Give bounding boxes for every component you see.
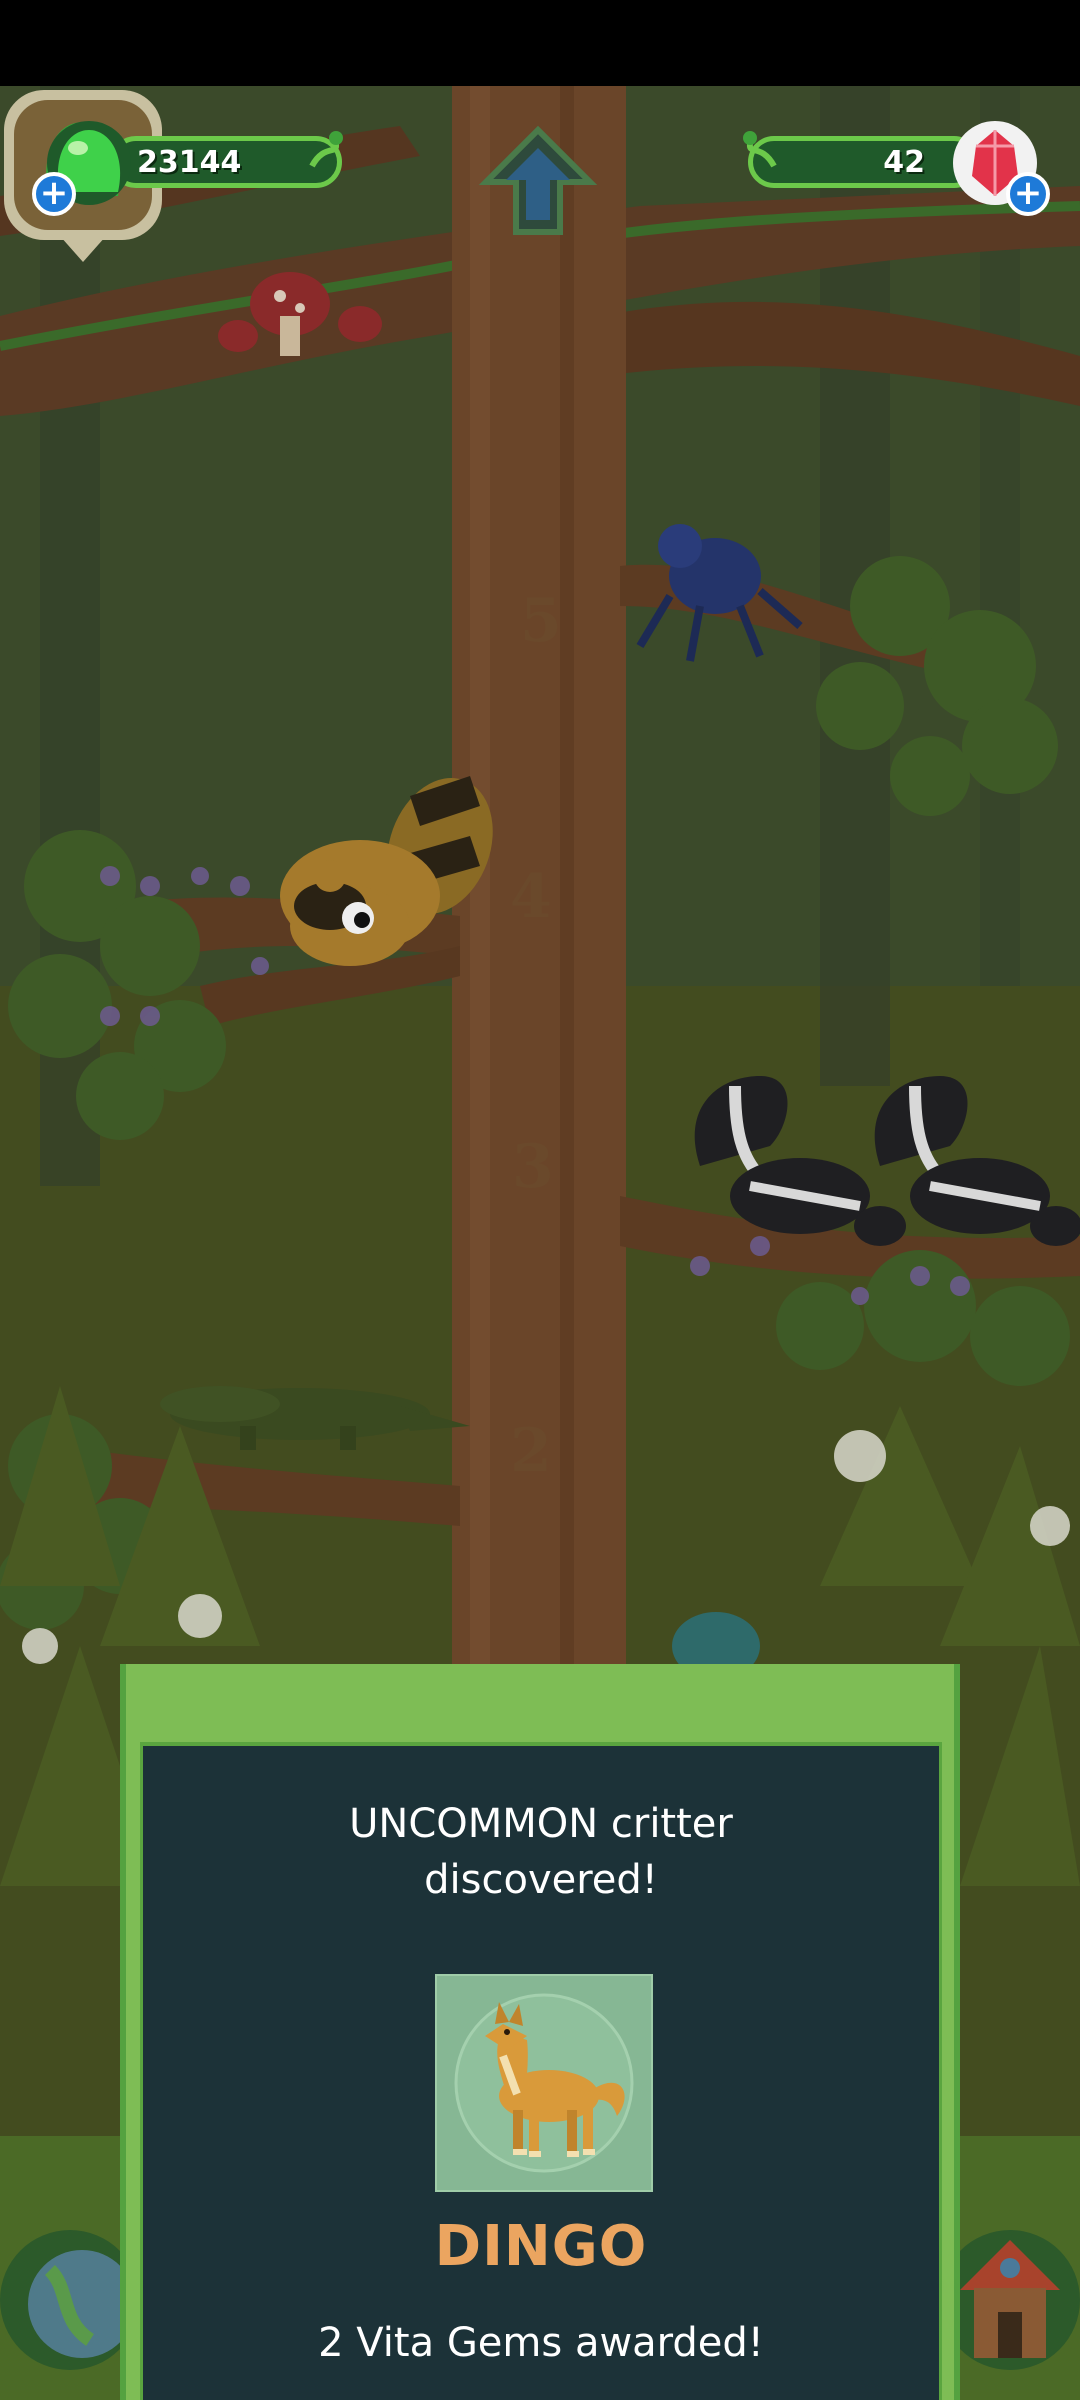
jelly-count-value: 23144 [137,144,242,180]
status-bar [0,0,1080,86]
critter-discovery-panel: UNCOMMON critter discovered! DINGO 2 Vit… [140,1742,942,2400]
plus-icon: + [1013,172,1043,213]
house-icon[interactable] [940,2200,1080,2400]
plus-icon: + [39,172,69,213]
up-arrow-icon[interactable] [478,122,598,242]
add-jelly-button[interactable]: + [32,172,76,216]
critter-name: DINGO [434,2214,648,2279]
reward-message: 2 Vita Gems awarded! [318,2320,764,2366]
tree-level-3-label: 3 [512,1132,554,1202]
tree-level-4-label: 4 [510,862,552,932]
tree-level-2-label: 2 [510,1416,552,1486]
discovery-heading-line-2: discovered! [424,1857,658,1903]
gem-count-value: 42 [883,144,925,180]
vine-ornament-icon [309,131,343,168]
globe-icon[interactable] [0,2200,140,2400]
dingo-illustration [454,1993,634,2173]
vine-ornament-icon [743,131,777,168]
discovery-heading-line-1: UNCOMMON critter [349,1801,733,1847]
add-gem-button[interactable]: + [1006,172,1050,216]
discovery-heading: UNCOMMON critter discovered! [143,1796,939,1908]
gem-counter: 42 [748,136,980,188]
tree-level-5-label: 5 [520,586,562,656]
critter-portrait [435,1974,653,2192]
